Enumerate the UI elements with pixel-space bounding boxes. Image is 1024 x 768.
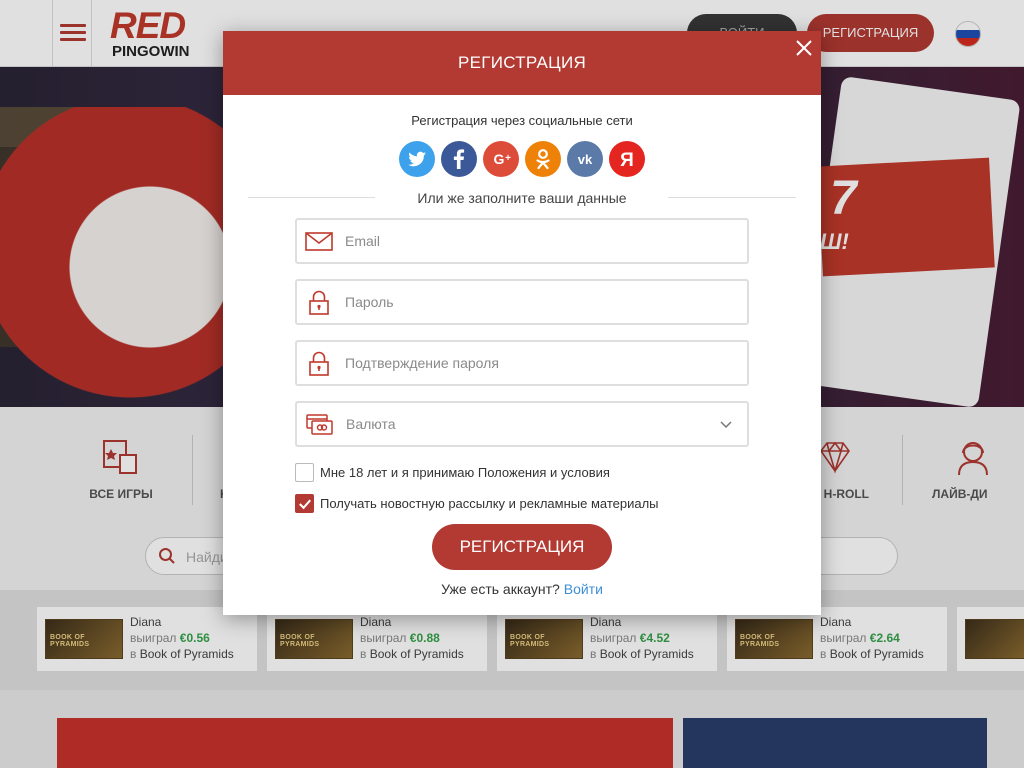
terms-checkbox[interactable] [295,463,314,482]
checkmark-icon [299,499,311,510]
odnoklassniki-icon [525,141,561,177]
google-plus-icon: G + [483,141,519,177]
odnoklassniki-button[interactable] [525,141,561,177]
svg-text:+: + [505,153,511,164]
social-login-buttons: G + vk Я [399,141,649,177]
have-account-text: Уже есть аккаунт? [441,581,560,597]
have-account-line: Уже есть аккаунт? Войти [223,581,821,597]
chevron-down-icon [720,421,732,429]
twitter-icon [399,141,435,177]
yandex-icon: Я [609,141,645,177]
password-field[interactable] [295,279,749,325]
svg-text:Я: Я [620,150,634,171]
currency-placeholder: Валюта [346,416,396,432]
divider-text: Или же заполните ваши данные [417,190,627,206]
password-confirm-input[interactable] [345,344,725,382]
vkontakte-icon: vk [567,141,603,177]
envelope-icon [305,232,333,251]
lock-icon [309,290,329,315]
facebook-icon [441,141,477,177]
lock-icon [309,351,329,376]
terms-label[interactable]: Мне 18 лет и я принимаю Положения и усло… [320,465,610,480]
register-submit-button[interactable]: РЕГИСТРАЦИЯ [432,524,612,570]
email-field[interactable] [295,218,749,264]
password-input[interactable] [345,283,725,321]
google-plus-button[interactable]: G + [483,141,519,177]
twitter-button[interactable] [399,141,435,177]
svg-text:G: G [494,151,505,167]
vkontakte-button[interactable]: vk [567,141,603,177]
facebook-button[interactable] [441,141,477,177]
yandex-button[interactable]: Я [609,141,645,177]
modal-header: РЕГИСТРАЦИЯ [223,31,821,95]
currency-icon [306,414,333,435]
login-link[interactable]: Войти [564,581,603,597]
registration-modal: РЕГИСТРАЦИЯ Регистрация через социальные… [223,31,821,615]
currency-select[interactable]: Валюта [295,401,749,447]
newsletter-checkbox[interactable] [295,494,314,513]
email-input[interactable] [345,222,725,260]
close-icon[interactable] [793,37,815,59]
newsletter-label[interactable]: Получать новостную рассылку и рекламные … [320,496,659,511]
modal-title: РЕГИСТРАЦИЯ [457,53,587,72]
social-login-caption: Регистрация через социальные сети [411,113,633,128]
password-confirm-field[interactable] [295,340,749,386]
svg-text:vk: vk [578,152,593,167]
